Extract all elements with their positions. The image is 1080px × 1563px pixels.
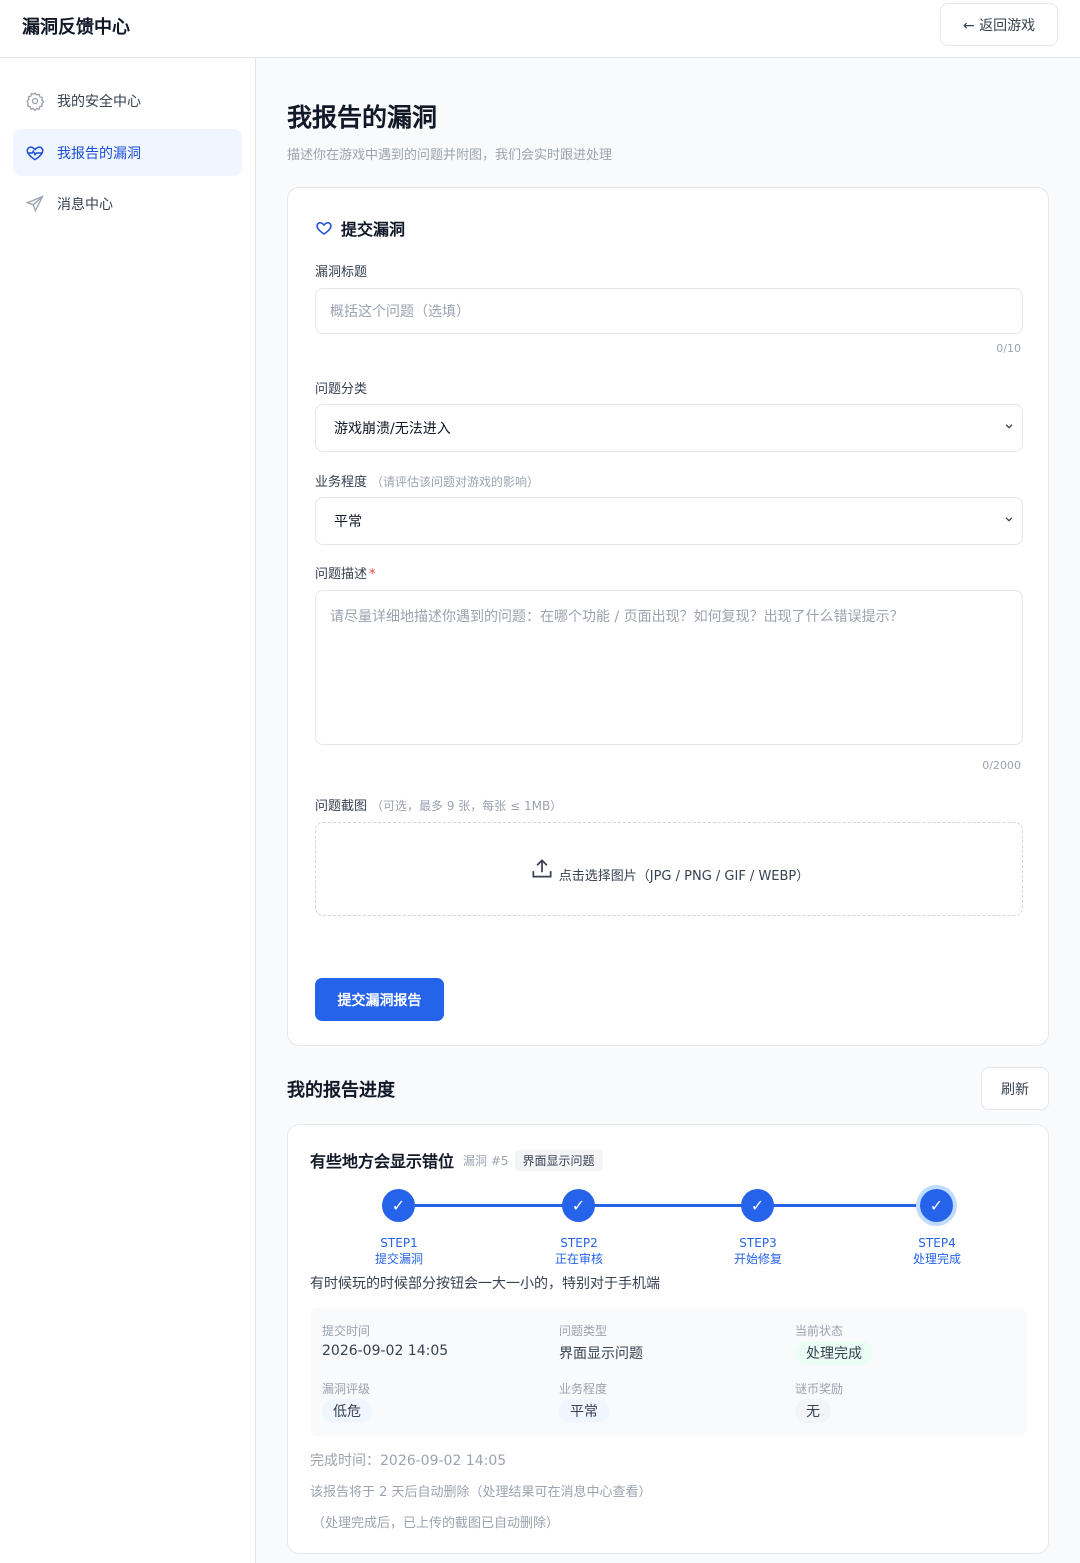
sidebar-item-messages[interactable]: 消息中心: [13, 180, 242, 227]
app-title: 漏洞反馈中心: [22, 17, 130, 38]
severity-value: 平常: [334, 514, 362, 530]
heart-icon: [315, 219, 333, 237]
reward-label: 谜币奖励: [795, 1382, 844, 1396]
sidebar-item-label: 消息中心: [57, 196, 113, 213]
report-title: 有些地方会显示错位: [310, 1152, 455, 1171]
severity-select[interactable]: 平常: [315, 497, 1023, 545]
description-label: 问题描述 *: [315, 563, 376, 582]
description-counter: 0/2000: [982, 759, 1021, 772]
issue-type-value: 界面显示问题: [559, 1346, 643, 1362]
sidebar-item-label: 我报告的漏洞: [57, 145, 141, 162]
category-label: 问题分类: [315, 382, 368, 397]
step-4-check-icon: ✓: [920, 1189, 953, 1222]
required-marker: *: [369, 567, 376, 582]
progress-steps: ✓ STEP1 提交漏洞 ✓ STEP2 正在审核 ✓ STEP3 开始修复 ✓…: [310, 1185, 1028, 1267]
sidebar: 我的安全中心 我报告的漏洞 消息中心: [0, 58, 256, 1563]
step-4-number: STEP4: [918, 1236, 956, 1250]
sidebar-item-my-reports[interactable]: 我报告的漏洞: [13, 129, 242, 176]
report-type-tag: 界面显示问题: [514, 1149, 603, 1171]
step-1-label: STEP1 提交漏洞: [359, 1235, 439, 1267]
progress-section-title: 我的报告进度: [287, 1080, 395, 1101]
severity-info-label: 业务程度: [559, 1382, 608, 1396]
auto-delete-note: 该报告将于 2 天后自动删除（处理结果可在消息中心查看）: [310, 1485, 652, 1500]
step-2-label: STEP2 正在审核: [539, 1235, 619, 1267]
severity-badge: 平常: [559, 1399, 609, 1423]
page-subtitle: 描述你在游戏中遇到的问题并附图，我们会实时跟进处理: [287, 148, 613, 163]
report-id: 漏洞 #5: [463, 1153, 509, 1168]
submit-report-card: 提交漏洞 漏洞标题 概括这个问题（选填） 0/10 问题分类 游戏崩溃/无法进入…: [287, 187, 1049, 1046]
report-description: 有时候玩的时候部分按钮会一大一小的，特别对于手机端: [310, 1276, 660, 1292]
description-label-text: 问题描述: [315, 567, 368, 582]
title-label: 漏洞标题: [315, 265, 368, 280]
submit-time-value: 2026-09-02 14:05: [322, 1343, 449, 1359]
page-title: 我报告的漏洞: [287, 103, 438, 132]
send-icon: [25, 194, 45, 214]
title-counter: 0/10: [996, 342, 1021, 355]
upload-icon: [529, 856, 555, 882]
step-1-text: 提交漏洞: [374, 1252, 423, 1266]
category-select[interactable]: 游戏崩溃/无法进入: [315, 404, 1023, 452]
screenshot-hint: （可选，最多 9 张，每张 ≤ 1MB）: [371, 799, 563, 813]
step-2-number: STEP2: [560, 1236, 598, 1250]
step-3-number: STEP3: [739, 1236, 777, 1250]
sidebar-item-label: 我的安全中心: [57, 93, 141, 110]
screenshot-label: 问题截图 （可选，最多 9 张，每张 ≤ 1MB）: [315, 795, 562, 814]
status-label: 当前状态: [795, 1324, 844, 1338]
submit-report-button[interactable]: 提交漏洞报告: [315, 978, 444, 1021]
severity-hint: （请评估该问题对游戏的影响）: [371, 475, 540, 489]
refresh-button[interactable]: 刷新: [981, 1067, 1049, 1110]
description-textarea[interactable]: 请尽量详细地描述你遇到的问题：在哪个功能 / 页面出现？如何复现？出现了什么错误…: [315, 590, 1023, 745]
report-info-box: 提交时间 2026-09-02 14:05 问题类型 界面显示问题 当前状态 处…: [310, 1308, 1027, 1436]
finish-time: 完成时间：2026-09-02 14:05: [310, 1453, 507, 1469]
main-content: 我报告的漏洞 描述你在游戏中遇到的问题并附图，我们会实时跟进处理 提交漏洞 漏洞…: [256, 58, 1080, 1563]
step-3-label: STEP3 开始修复: [718, 1235, 798, 1267]
image-upload-area[interactable]: 点击选择图片（JPG / PNG / GIF / WEBP）: [315, 822, 1023, 916]
screenshot-deleted-note: （处理完成后，已上传的截图已自动删除）: [312, 1516, 560, 1531]
step-2-check-icon: ✓: [562, 1189, 595, 1222]
rating-label: 漏洞评级: [322, 1382, 371, 1396]
step-3-check-icon: ✓: [741, 1189, 774, 1222]
report-card: 有些地方会显示错位 漏洞 #5 界面显示问题 ✓ STEP1 提交漏洞 ✓ ST…: [287, 1124, 1049, 1554]
upload-text: 点击选择图片（JPG / PNG / GIF / WEBP）: [558, 868, 810, 884]
chevron-down-icon: [1002, 419, 1016, 437]
step-2-text: 正在审核: [554, 1252, 603, 1266]
step-4-text: 处理完成: [912, 1252, 961, 1266]
category-value: 游戏崩溃/无法进入: [334, 421, 451, 437]
step-4-label: STEP4 处理完成: [897, 1235, 977, 1267]
report-title-row: 有些地方会显示错位 漏洞 #5 界面显示问题: [310, 1148, 603, 1172]
submit-time-label: 提交时间: [322, 1324, 371, 1338]
rating-badge: 低危: [322, 1399, 372, 1423]
chevron-down-icon: [1002, 512, 1016, 530]
severity-label: 业务程度 （请评估该问题对游戏的影响）: [315, 471, 539, 490]
top-bar: 漏洞反馈中心 ← 返回游戏: [0, 0, 1080, 58]
gear-icon: [25, 91, 45, 111]
severity-label-text: 业务程度: [315, 475, 368, 490]
back-to-game-button[interactable]: ← 返回游戏: [940, 3, 1058, 46]
sidebar-item-security-center[interactable]: 我的安全中心: [13, 77, 242, 124]
reward-badge: 无: [795, 1399, 831, 1423]
status-badge: 处理完成: [795, 1341, 873, 1365]
screenshot-label-text: 问题截图: [315, 799, 368, 814]
progress-line: [415, 1204, 953, 1207]
form-heading-text: 提交漏洞: [341, 220, 406, 239]
step-1-check-icon: ✓: [382, 1189, 415, 1222]
form-heading: 提交漏洞: [315, 216, 405, 240]
issue-type-label: 问题类型: [559, 1324, 608, 1338]
step-1-number: STEP1: [380, 1236, 418, 1250]
title-input[interactable]: 概括这个问题（选填）: [315, 288, 1023, 334]
heart-icon: [25, 143, 45, 163]
step-3-text: 开始修复: [733, 1252, 782, 1266]
